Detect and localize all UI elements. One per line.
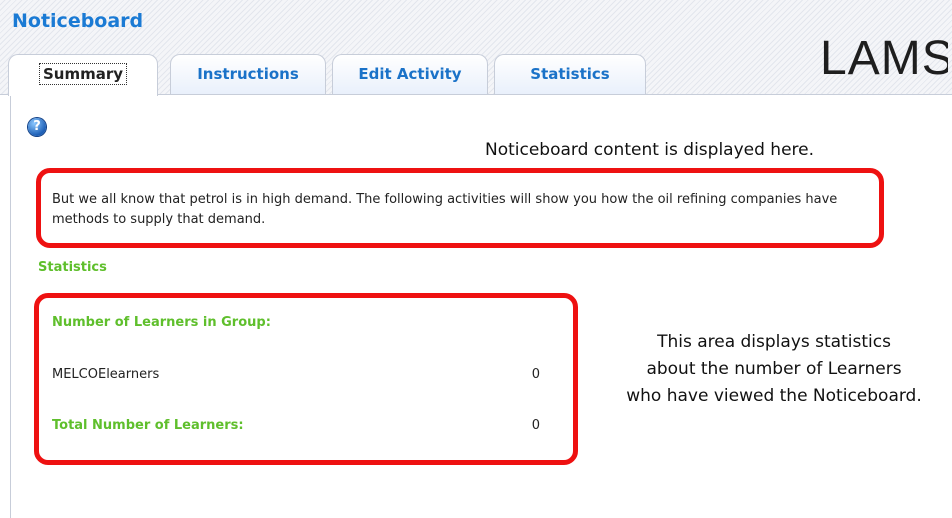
tab-instructions[interactable]: Instructions	[170, 54, 326, 94]
statistics-annotation: This area displays statistics about the …	[598, 329, 950, 410]
statistics-heading: Statistics	[38, 260, 107, 275]
lams-logo: LAMS	[820, 32, 948, 82]
total-learners-value: 0	[531, 418, 540, 433]
tab-summary[interactable]: Summary	[8, 54, 158, 96]
statistics-annotation-line-2: about the number of Learners	[646, 359, 902, 379]
group-learner-count: 0	[531, 367, 540, 382]
panel-divider	[10, 94, 11, 518]
statistics-annotation-line-1: This area displays statistics	[657, 332, 891, 352]
logo-text: LAMS	[820, 32, 948, 82]
content-annotation: Noticeboard content is displayed here.	[485, 140, 815, 160]
help-icon[interactable]: ?	[28, 118, 46, 136]
learners-in-group-heading: Number of Learners in Group:	[52, 315, 271, 330]
tab-edit-activity[interactable]: Edit Activity	[332, 54, 488, 94]
header-bar: Noticeboard LAMS Summary Instructions Ed…	[0, 0, 952, 96]
statistics-annotation-line-3: who have viewed the Noticeboard.	[626, 386, 922, 406]
tab-summary-label: Summary	[38, 63, 128, 85]
noticeboard-content: But we all know that petrol is in high d…	[52, 192, 838, 227]
total-learners-label: Total Number of Learners:	[52, 418, 244, 433]
tab-statistics[interactable]: Statistics	[494, 54, 646, 94]
group-name: MELCOElearners	[52, 367, 160, 382]
app-title: Noticeboard	[12, 10, 144, 32]
